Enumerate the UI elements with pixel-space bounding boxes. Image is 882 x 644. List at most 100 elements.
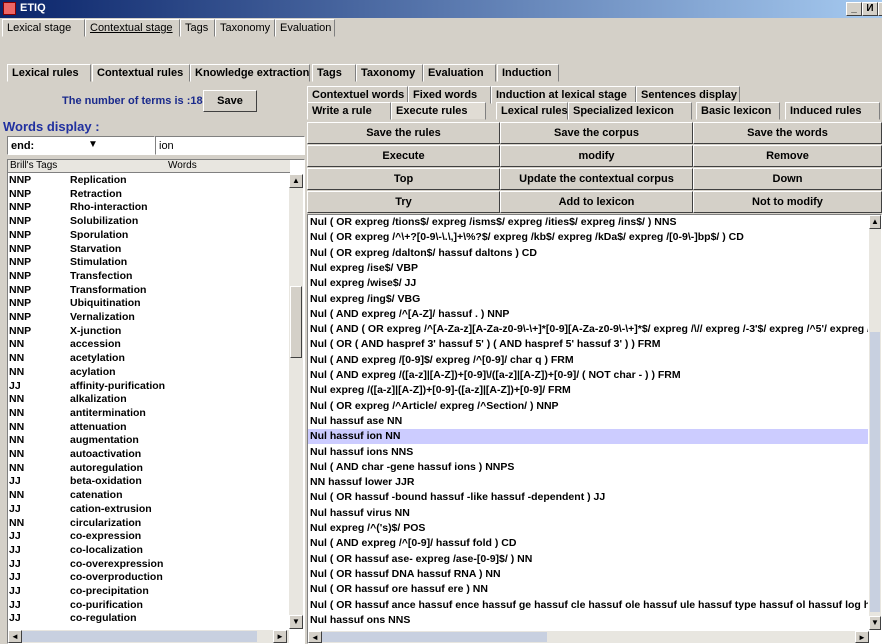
table-row[interactable]: NN accession: [8, 338, 288, 351]
tab-specialized-lexicon[interactable]: Specialized lexicon: [568, 102, 692, 120]
table-row[interactable]: JJ co-overexpression: [8, 558, 288, 571]
table-row[interactable]: JJ co-expression: [8, 530, 288, 543]
table-row[interactable]: JJ co-overproduction: [8, 571, 288, 584]
table-row[interactable]: JJ co-localization: [8, 544, 288, 557]
top-button[interactable]: Top: [307, 168, 500, 190]
col-header-words[interactable]: Words: [168, 160, 197, 171]
table-row[interactable]: NNP Transfection: [8, 270, 288, 283]
rules-scroll-up-icon[interactable]: ▲: [869, 215, 881, 229]
tab-taxonomy[interactable]: Taxonomy: [215, 19, 275, 37]
col-header-tags[interactable]: Brill's Tags: [10, 160, 57, 171]
rule-item[interactable]: Nul ( OR expreg /^\+?[0-9\-\.\,]+\%?$/ e…: [310, 230, 744, 245]
rules-scroll-down-icon[interactable]: ▼: [869, 616, 881, 630]
rule-item[interactable]: Nul ( OR hassuf -bound hassuf -like hass…: [310, 490, 605, 505]
rule-item[interactable]: Nul ( AND expreg /([a-z]|[A-Z])+[0-9]\/(…: [310, 368, 681, 383]
table-row[interactable]: NN acetylation: [8, 352, 288, 365]
table-row[interactable]: NN catenation: [8, 489, 288, 502]
tab-execute-rules[interactable]: Execute rules: [391, 102, 486, 120]
remove-button[interactable]: Remove: [693, 145, 882, 167]
table-row[interactable]: NNP Stimulation: [8, 256, 288, 269]
rule-item[interactable]: Nul ( OR expreg /tions$/ expreg /isms$/ …: [310, 215, 676, 230]
rules-scroll-thumb[interactable]: [870, 332, 880, 612]
tab-tags[interactable]: Tags: [180, 19, 215, 37]
words-hscrollbar[interactable]: ◄ ►: [8, 630, 289, 643]
rule-item[interactable]: Nul hassuf ase NN: [310, 414, 402, 429]
table-row[interactable]: NN acylation: [8, 366, 288, 379]
rules-scroll-right-icon[interactable]: ►: [855, 631, 869, 643]
scroll-thumb[interactable]: [290, 286, 302, 358]
tab-contextual-rules[interactable]: Contextual rules: [92, 64, 190, 82]
add-to-lexicon-button[interactable]: Add to lexicon: [500, 191, 693, 213]
scroll-left-icon[interactable]: ◄: [8, 630, 22, 643]
table-row[interactable]: JJ affinity-purification: [8, 380, 288, 393]
rules-hscroll-thumb[interactable]: [322, 632, 547, 642]
table-row[interactable]: NN autoregulation: [8, 462, 288, 475]
table-row[interactable]: NNP X-junction: [8, 325, 288, 338]
rule-item[interactable]: Nul expreg /([a-z]|[A-Z])+[0-9]-([a-z]|[…: [310, 383, 571, 398]
not-to-modify-button[interactable]: Not to modify: [693, 191, 882, 213]
rule-item[interactable]: Nul hassuf virus NN: [310, 506, 410, 521]
table-row[interactable]: NNP Transformation: [8, 284, 288, 297]
filter-select[interactable]: end: ▼: [7, 136, 155, 155]
rule-item[interactable]: Nul expreg /^('s)$/ POS: [310, 521, 425, 536]
tab-lexical-rules[interactable]: Lexical rules: [7, 64, 91, 82]
rule-item[interactable]: Nul ( AND expreg /^[0-9]/ hassuf fold ) …: [310, 536, 516, 551]
rule-item[interactable]: Nul ( OR hassuf ase- expreg /ase-[0-9]$/…: [310, 552, 532, 567]
rule-item[interactable]: Nul ( AND expreg /[0-9]$/ expreg /^[0-9]…: [310, 353, 574, 368]
table-row[interactable]: NN antitermination: [8, 407, 288, 420]
table-row[interactable]: NNP Retraction: [8, 188, 288, 201]
tab-write-rule[interactable]: Write a rule: [307, 102, 391, 120]
tab-evaluation[interactable]: Evaluation: [275, 19, 335, 37]
scroll-up-icon[interactable]: ▲: [289, 174, 303, 188]
table-row[interactable]: JJ co-precipitation: [8, 585, 288, 598]
table-row[interactable]: NN alkalization: [8, 393, 288, 406]
rule-item[interactable]: Nul hassuf ions NNS: [310, 445, 413, 460]
tab-lexical-stage[interactable]: Lexical stage: [2, 19, 85, 37]
table-row[interactable]: NNP Solubilization: [8, 215, 288, 228]
rule-item[interactable]: Nul ( OR hassuf ance hassuf ence hassuf …: [310, 598, 868, 613]
tab-evaluation-2[interactable]: Evaluation: [423, 64, 496, 82]
maximize-button[interactable]: И: [862, 2, 878, 16]
rule-item[interactable]: Nul ( OR ( AND haspref 3' hassuf 5' ) ( …: [310, 337, 661, 352]
rules-hscrollbar[interactable]: ◄ ►: [308, 631, 869, 643]
table-row[interactable]: NNP Rho-interaction: [8, 201, 288, 214]
update-corpus-button[interactable]: Update the contextual corpus: [500, 168, 693, 190]
tab-induced-rules[interactable]: Induced rules: [785, 102, 880, 120]
rule-item[interactable]: NN hassuf lower JJR: [310, 475, 414, 490]
table-row[interactable]: NN attenuation: [8, 421, 288, 434]
save-corpus-button[interactable]: Save the corpus: [500, 122, 693, 144]
table-row[interactable]: NN autoactivation: [8, 448, 288, 461]
rule-item[interactable]: Nul expreg /ise$/ VBP: [310, 261, 418, 276]
table-row[interactable]: NNP Ubiquitination: [8, 297, 288, 310]
rule-item[interactable]: Nul ( AND expreg /^[A-Z]/ hassuf . ) NNP: [310, 307, 509, 322]
words-scrollbar[interactable]: ▲ ▼: [289, 174, 303, 629]
table-row[interactable]: NN augmentation: [8, 434, 288, 447]
down-button[interactable]: Down: [693, 168, 882, 190]
table-row[interactable]: NN circularization: [8, 517, 288, 530]
table-row[interactable]: NNP Vernalization: [8, 311, 288, 324]
hscroll-thumb[interactable]: [22, 631, 257, 642]
table-row[interactable]: JJ cation-extrusion: [8, 503, 288, 516]
table-row[interactable]: JJ beta-oxidation: [8, 475, 288, 488]
table-row[interactable]: JJ co-purification: [8, 599, 288, 612]
tab-induction[interactable]: Induction: [497, 64, 559, 82]
table-row[interactable]: NNP Replication: [8, 174, 288, 187]
rule-item[interactable]: Nul hassuf ion NN: [308, 429, 868, 445]
rule-item[interactable]: Nul ( AND ( OR expreg /^[A-Za-z][A-Za-z0…: [310, 322, 868, 337]
rule-item[interactable]: Nul ( OR hassuf ore hassuf ere ) NN: [310, 582, 488, 597]
table-row[interactable]: NNP Starvation: [8, 243, 288, 256]
modify-button[interactable]: modify: [500, 145, 693, 167]
tab-taxonomy-2[interactable]: Taxonomy: [356, 64, 423, 82]
rule-item[interactable]: Nul hassuf ons NNS: [310, 613, 410, 628]
minimize-button[interactable]: _: [846, 2, 862, 16]
tab-contextual-stage[interactable]: Contextual stage: [85, 19, 180, 37]
table-row[interactable]: JJ co-regulation: [8, 612, 288, 625]
tab-tags-2[interactable]: Tags: [312, 64, 356, 82]
close-button[interactable]: [878, 2, 882, 16]
rule-item[interactable]: Nul expreg /ing$/ VBG: [310, 292, 420, 307]
tab-lexical-rules-2[interactable]: Lexical rules: [496, 102, 568, 120]
tab-knowledge-extraction[interactable]: Knowledge extraction: [190, 64, 310, 82]
try-button[interactable]: Try: [307, 191, 500, 213]
tab-basic-lexicon[interactable]: Basic lexicon: [696, 102, 780, 120]
scroll-right-icon[interactable]: ►: [273, 630, 287, 643]
